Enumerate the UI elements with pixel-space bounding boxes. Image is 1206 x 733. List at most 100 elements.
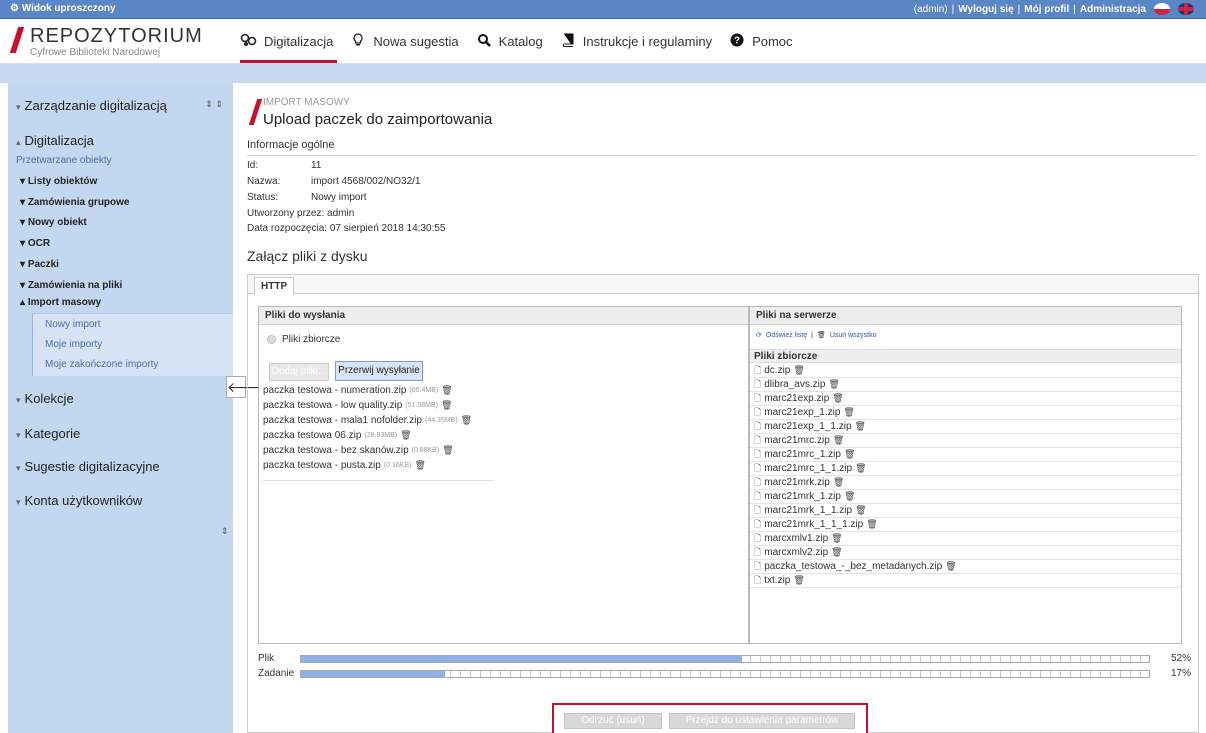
english-flag-icon[interactable]	[1178, 3, 1194, 15]
nav-katalog[interactable]: Katalog	[475, 19, 543, 64]
server-file-row[interactable]: 🗋 marc21mrk.zip 🗑	[750, 476, 1181, 490]
separator: |	[951, 3, 955, 15]
nav-nowa-sugestia[interactable]: Nowa sugestia	[349, 19, 459, 64]
nav-pomoc[interactable]: ? Pomoc	[728, 19, 793, 64]
file-name: paczka testowa - numeration.zip	[263, 385, 407, 396]
trash-icon[interactable]: 🗑	[414, 460, 425, 471]
server-file-row[interactable]: 🗋 marc21mrc_1.zip 🗑	[750, 448, 1181, 462]
server-file-row[interactable]: 🗋 dc.zip 🗑	[750, 364, 1181, 378]
trash-icon[interactable]: 🗑	[945, 561, 956, 572]
server-files-box: Pliki na serwerze ⟳ Odśwież listę | 🗑 Us…	[749, 306, 1182, 644]
chevron-down-icon: ▾	[20, 197, 28, 208]
drag-handle-icon[interactable]: ⇕ ⇕	[205, 99, 223, 110]
refresh-list-link[interactable]: Odśwież listę	[766, 332, 807, 339]
server-file-row[interactable]: 🗋 marc21mrc_1_1.zip 🗑	[750, 462, 1181, 476]
file-size: (60.4MB)	[409, 387, 439, 394]
sidebar-item-nowy-import[interactable]: Nowy import	[45, 319, 101, 330]
info-label: Nazwa:	[247, 176, 281, 187]
sidebar-item-processed[interactable]: Przetwarzane obiekty	[8, 155, 233, 166]
sidebar-item-label: Paczki	[27, 259, 59, 270]
server-file-row[interactable]: 🗋 dlibra_avs.zip 🗑	[750, 378, 1181, 392]
trash-icon[interactable]: 🗑	[855, 463, 866, 474]
trash-icon[interactable]: 🗑	[793, 365, 804, 376]
trash-icon[interactable]: 🗑	[461, 415, 472, 426]
tab-http[interactable]: HTTP	[254, 277, 295, 295]
sidebar-item-zakonczone-importy[interactable]: Moje zakończone importy	[45, 359, 158, 370]
trash-icon[interactable]: 🗑	[844, 449, 855, 460]
breadcrumb[interactable]: IMPORT MASOWY	[263, 97, 350, 108]
trash-icon[interactable]: 🗑	[833, 435, 844, 446]
polish-flag-icon[interactable]	[1154, 3, 1170, 15]
sidebar-group-digit-mgmt[interactable]: ▾ Zarządzanie digitalizacją ⇕ ⇕	[8, 98, 233, 113]
upload-file-row: paczka testowa - mala1 nofolder.zip (44.3…	[263, 415, 472, 426]
simplified-view-toggle[interactable]: ⚙ Widok uproszczony	[10, 3, 116, 14]
sidebar-group-kolekcje[interactable]: ▾ Kolekcje	[8, 391, 233, 406]
sidebar-item-ocr[interactable]: ▾ OCR	[8, 238, 233, 249]
trash-icon[interactable]: 🗑	[866, 519, 877, 530]
server-file-row[interactable]: 🗋 marcxmlv2.zip 🗑	[750, 546, 1181, 560]
server-file-row[interactable]: 🗋 marc21mrc.zip 🗑	[750, 434, 1181, 448]
user-menu: (admin) | Wyloguj się | Mój profil | Adm…	[914, 3, 1194, 15]
trash-icon[interactable]: 🗑	[831, 533, 842, 544]
admin-link[interactable]: Administracja	[1080, 4, 1146, 15]
profile-link[interactable]: Mój profil	[1024, 4, 1069, 15]
trash-icon[interactable]: 🗑	[441, 385, 452, 396]
sidebar-item-nowy-obiekt[interactable]: ▾ Nowy obiekt	[8, 217, 233, 228]
sidebar-item-zamowienia-pliki[interactable]: ▾ Zamówienia na pliki	[8, 280, 233, 291]
sidebar-item-paczki[interactable]: ▾ Paczki	[8, 259, 233, 270]
sidebar-group-konta[interactable]: ▾ Konta użytkowników	[8, 493, 233, 508]
sidebar-item-zamowienia-grupowe[interactable]: ▾ Zamówienia grupowe	[8, 197, 233, 208]
file-name: marc21mrk.zip	[764, 477, 830, 488]
nav-label: Katalog	[498, 34, 543, 49]
server-files-header: Pliki na serwerze	[750, 307, 1181, 325]
server-file-row[interactable]: 🗋 marc21exp_1_1.zip 🗑	[750, 420, 1181, 434]
chevron-down-icon: ▾	[20, 280, 28, 291]
sidebar-item-label: Listy obiektów	[27, 176, 98, 187]
sidebar-group-sugestie[interactable]: ▾ Sugestie digitalizacyjne	[8, 459, 233, 474]
server-file-row[interactable]: 🗋 marc21mrk_1_1.zip 🗑	[750, 504, 1181, 518]
next-step-button[interactable]: Przejdź do ustawienia parametrów importu	[669, 713, 855, 733]
file-name: marc21mrc.zip	[764, 435, 830, 446]
server-file-row[interactable]: 🗋 paczka_testowa_-_bez_metadanych.zip 🗑	[750, 560, 1181, 574]
trash-icon[interactable]: 🗑	[855, 421, 866, 432]
sidebar-group-digitalizacja[interactable]: ▴ Digitalizacja	[8, 133, 233, 148]
trash-icon[interactable]: 🗑	[832, 393, 843, 404]
trash-icon[interactable]: 🗑	[400, 430, 411, 441]
file-name: marc21mrk_1.zip	[764, 491, 841, 502]
file-name: paczka testowa - bez skanów.zip	[263, 445, 409, 456]
sidebar-item-moje-importy[interactable]: Moje importy	[45, 339, 102, 350]
trash-icon[interactable]: 🗑	[833, 477, 844, 488]
trash-icon[interactable]: 🗑	[793, 575, 804, 586]
server-file-row[interactable]: 🗋 txt.zip 🗑	[750, 574, 1181, 588]
server-file-row[interactable]: 🗋 marc21mrk_1.zip 🗑	[750, 490, 1181, 504]
server-file-row[interactable]: 🗋 marc21mrk_1_1_1.zip 🗑	[750, 518, 1181, 532]
trash-icon[interactable]: 🗑	[828, 379, 839, 390]
server-file-row[interactable]: 🗋 marcxmlv1.zip 🗑	[750, 532, 1181, 546]
trash-icon[interactable]: 🗑	[442, 445, 453, 456]
trash-icon[interactable]: 🗑	[844, 491, 855, 502]
sidebar-group-kategorie[interactable]: ▾ Kategorie	[8, 426, 233, 441]
sidebar-item-import-masowy[interactable]: ▴ Import masowy	[8, 297, 233, 308]
stop-upload-button[interactable]: Przerwij wysyłanie	[335, 361, 423, 381]
file-progress: Plik 52%	[258, 653, 1193, 665]
reject-import-button[interactable]: Odrzuć (usuń) import	[564, 713, 662, 733]
collapse-sidebar-button[interactable]: 🡐	[226, 376, 265, 398]
nav-instrukcje[interactable]: Instrukcje i regulaminy	[559, 19, 712, 64]
trash-icon[interactable]: 🗑	[831, 547, 842, 558]
delete-all-link[interactable]: Usuń wszystko	[830, 332, 877, 339]
lightbulb-icon	[349, 33, 367, 50]
trash-icon[interactable]: 🗑	[855, 505, 866, 516]
logout-link[interactable]: Wyloguj się	[958, 4, 1013, 15]
digitization-icon	[240, 33, 258, 50]
nav-digitalizacja[interactable]: Digitalizacja	[240, 19, 338, 64]
add-files-button[interactable]: Dodaj pliki...	[269, 363, 329, 381]
server-file-row[interactable]: 🗋 marc21exp.zip 🗑	[750, 392, 1181, 406]
sidebar-item-listy[interactable]: ▾ Listy obiektów	[8, 176, 233, 187]
drag-handle-icon[interactable]: ⇕	[221, 526, 229, 537]
file-size: (0.88KB)	[411, 447, 440, 454]
trash-icon[interactable]: 🗑	[843, 407, 854, 418]
trash-icon[interactable]: 🗑	[441, 400, 452, 411]
server-file-row[interactable]: 🗋 marc21exp_1.zip 🗑	[750, 406, 1181, 420]
info-row-start-date: Data rozpoczęcia: 07 sierpień 2018 14:30…	[247, 223, 445, 234]
radio-pliki-zbiorcze[interactable]: Pliki zbiorcze	[267, 334, 340, 345]
